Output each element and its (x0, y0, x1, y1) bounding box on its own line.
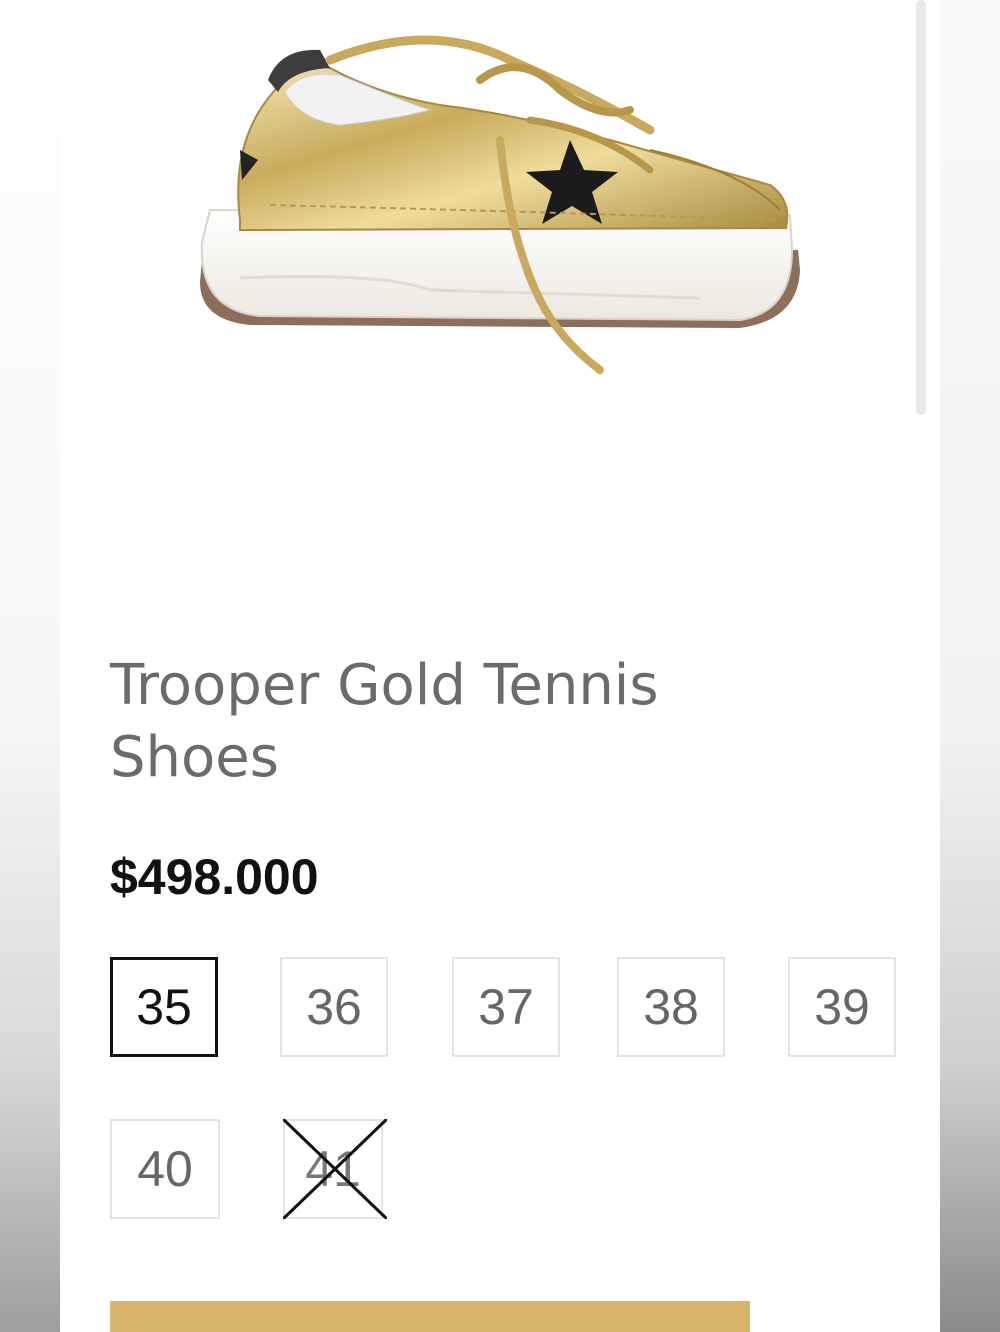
size-label: 37 (478, 979, 534, 1035)
scrollbar[interactable] (916, 0, 926, 415)
size-label: 36 (306, 979, 362, 1035)
product-image[interactable] (180, 20, 820, 380)
size-label: 39 (814, 979, 870, 1035)
add-to-cart-button[interactable] (110, 1301, 750, 1332)
size-label: 41 (305, 1141, 361, 1197)
size-option-38[interactable]: 38 (617, 957, 725, 1057)
size-option-41-unavailable[interactable]: 41 (283, 1119, 387, 1219)
product-page[interactable]: Trooper Gold Tennis Shoes $498.000 35 36… (60, 0, 940, 1332)
size-label: 38 (643, 979, 699, 1035)
size-option-36[interactable]: 36 (280, 957, 388, 1057)
size-label: 35 (136, 979, 192, 1035)
size-option-39[interactable]: 39 (788, 957, 896, 1057)
size-option-35[interactable]: 35 (110, 957, 218, 1057)
left-backdrop (0, 0, 60, 1332)
product-title: Trooper Gold Tennis Shoes (110, 653, 659, 790)
size-label: 40 (137, 1141, 193, 1197)
size-option-37[interactable]: 37 (452, 957, 560, 1057)
product-price: $498.000 (110, 849, 319, 905)
right-backdrop (940, 0, 1000, 1332)
size-option-40[interactable]: 40 (110, 1119, 220, 1219)
